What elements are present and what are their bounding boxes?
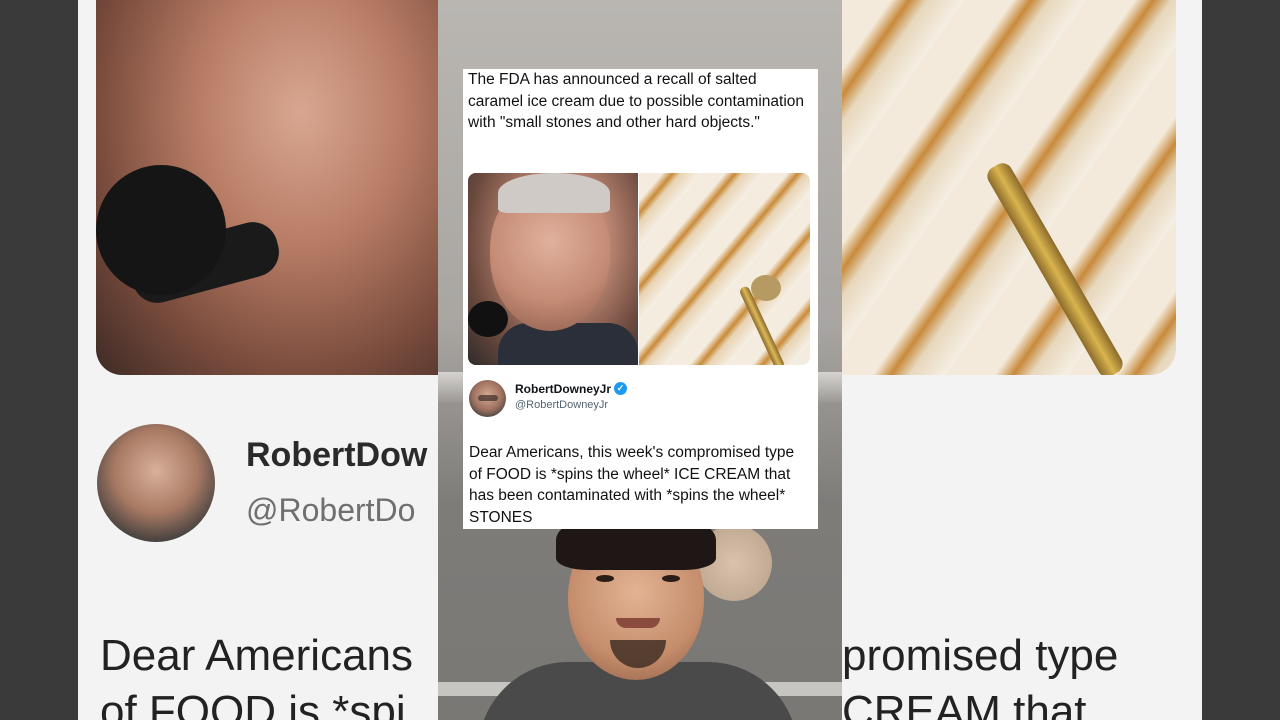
background-right-panel: promised type CREAM that [842, 0, 1280, 720]
avatar[interactable] [469, 380, 506, 417]
author-name[interactable]: RobertDowneyJr [515, 382, 611, 396]
background-photo-ice-cream [842, 0, 1176, 375]
tweet-author[interactable]: RobertDowneyJr ✓ @RobertDowneyJr [468, 379, 808, 419]
background-body-left-line1: Dear Americans [100, 631, 414, 680]
background-avatar [97, 424, 215, 542]
background-body-left-line2: of FOOD is *spi [100, 687, 406, 720]
background-author-name: RobertDow [246, 436, 428, 474]
media-suit [498, 323, 638, 365]
tweet-media[interactable] [468, 173, 810, 365]
verified-badge-icon: ✓ [614, 382, 627, 395]
tweet-headline: The FDA has announced a recall of salted… [468, 71, 805, 131]
presenter-mouth [616, 618, 660, 628]
media-photo-ice-cream [639, 173, 810, 365]
presenter-right-eye [662, 575, 680, 582]
media-hair [498, 173, 610, 213]
presenter-left-eye [596, 575, 614, 582]
media-scoop-bowl [751, 275, 781, 301]
background-body-left: Dear Americans of FOOD is *spi [100, 628, 413, 720]
avatar-glasses [478, 395, 498, 401]
background-body-right: promised type CREAM that [842, 628, 1118, 720]
background-author-handle: @RobertDo [246, 492, 416, 528]
tweet-card: The FDA has announced a recall of salted… [463, 69, 818, 529]
background-left-panel: RobertDow @RobertDo Dear Americans of FO… [0, 0, 438, 720]
background-body-right-line2: CREAM that [842, 687, 1087, 720]
background-scoop [983, 159, 1127, 375]
background-body-right-line1: promised type [842, 631, 1119, 680]
background-microphone [96, 165, 226, 295]
author-handle[interactable]: @RobertDowneyJr [515, 399, 608, 411]
media-microphone [468, 301, 508, 337]
tweet-body: Dear Americans, this week's compromised … [469, 444, 795, 526]
